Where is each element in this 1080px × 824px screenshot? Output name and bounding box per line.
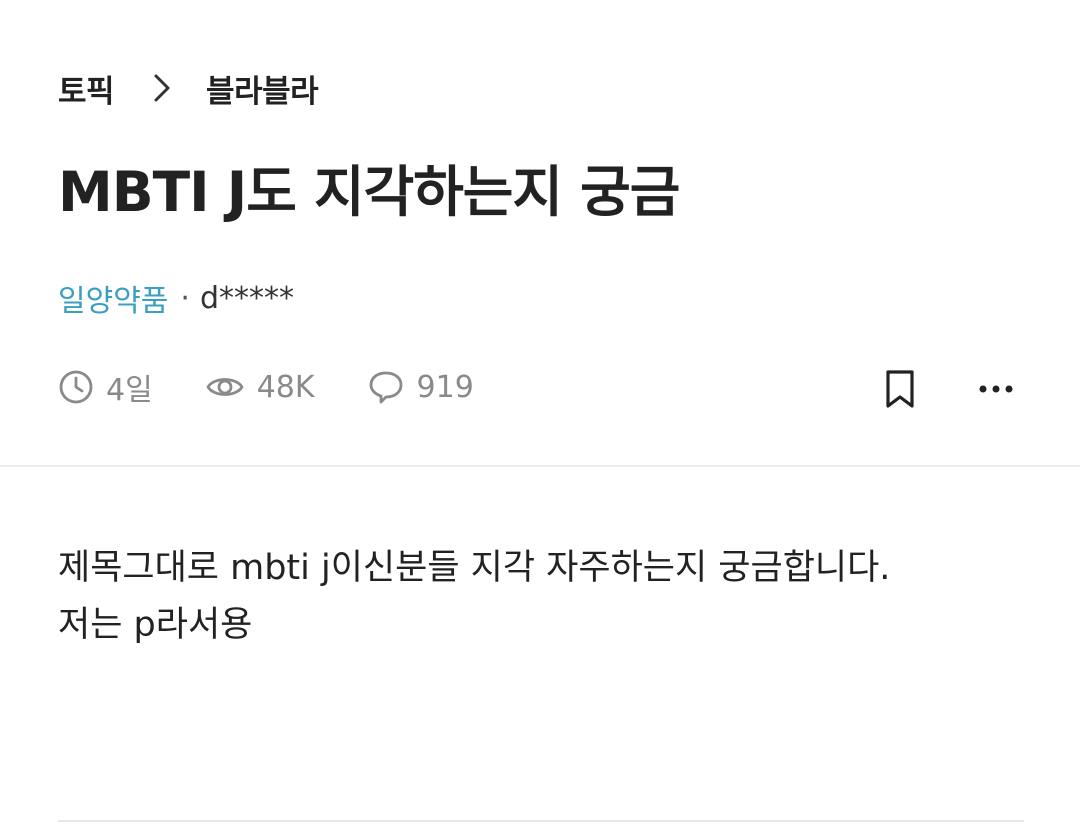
body-bottom-divider (58, 820, 1024, 822)
bookmark-button[interactable] (880, 364, 920, 414)
header-divider (0, 465, 1080, 467)
stat-time: 4일 (58, 365, 153, 409)
more-horizontal-icon (979, 385, 1013, 393)
breadcrumb: 토픽 블라블라 (58, 66, 319, 111)
post-meta: 일양약품 · d***** (58, 276, 294, 320)
clock-icon (59, 370, 93, 404)
bookmark-icon (886, 370, 914, 408)
breadcrumb-board[interactable]: 블라블라 (206, 66, 319, 111)
eye-icon (206, 378, 244, 396)
stat-comments-value: 919 (416, 369, 474, 405)
stat-views: 48K (205, 369, 315, 405)
stat-time-value: 4일 (106, 373, 153, 408)
post-title: MBTI J도 지각하는지 궁금 (58, 160, 680, 224)
author-name: d***** (199, 280, 294, 316)
post-stats: 4일 48K 919 (58, 362, 526, 412)
stat-views-value: 48K (256, 369, 315, 405)
chevron-right-icon (144, 70, 180, 106)
more-options-button[interactable] (976, 364, 1016, 414)
post-body: 제목그대로 mbti j이신분들 지각 자주하는지 궁금합니다. 저는 p라서용 (58, 548, 891, 645)
company-name[interactable]: 일양약품 (58, 276, 168, 320)
meta-separator: · (180, 280, 190, 316)
comment-icon (369, 371, 402, 404)
post-actions (880, 364, 1016, 414)
breadcrumb-topic[interactable]: 토픽 (58, 66, 115, 111)
stat-comments[interactable]: 919 (367, 369, 474, 405)
